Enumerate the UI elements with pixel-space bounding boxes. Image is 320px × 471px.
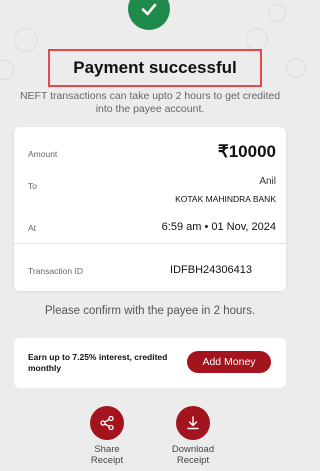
confirm-payee-text: Please confirm with the payee in 2 hours… [44,305,256,317]
transaction-id-value: IDFBH24306413 [170,264,252,276]
neft-info-text: NEFT transactions can take upto 2 hours … [19,90,281,115]
success-check-icon [128,0,170,30]
share-label-line2: Receipt [90,455,124,466]
background-doodle [0,60,14,80]
amount-value: ₹10000 [217,142,276,161]
background-doodle [268,4,286,22]
payment-status-title: Payment successful [73,58,237,77]
background-doodle [14,28,38,52]
amount-label: Amount [28,149,58,159]
to-label: To [28,181,37,191]
add-money-button[interactable]: Add Money [187,351,271,373]
download-label-line2: Receipt [176,455,210,466]
download-receipt-button[interactable]: Download Receipt [163,406,223,466]
share-receipt-button[interactable]: Share Receipt [77,406,137,466]
background-doodle [286,58,306,78]
download-label-line1: Download [171,444,215,455]
background-doodle [246,28,268,50]
transaction-datetime: 6:59 am • 01 Nov, 2024 [161,221,276,233]
interest-promo-card: Earn up to 7.25% interest, credited mont… [14,338,286,388]
download-icon[interactable] [176,406,210,440]
transaction-id-label: Transaction ID [28,266,83,276]
promo-text: Earn up to 7.25% interest, credited mont… [28,352,168,373]
payment-status-highlight: Payment successful [48,49,262,87]
card-divider [14,243,286,244]
payee-name: Anil [259,176,276,187]
share-label-line1: Share [94,444,120,455]
transaction-details-card: Amount ₹10000 To Anil KOTAK MAHINDRA BAN… [14,127,286,291]
at-label: At [28,223,37,233]
share-icon[interactable] [90,406,124,440]
payee-bank: KOTAK MAHINDRA BANK [175,194,276,204]
